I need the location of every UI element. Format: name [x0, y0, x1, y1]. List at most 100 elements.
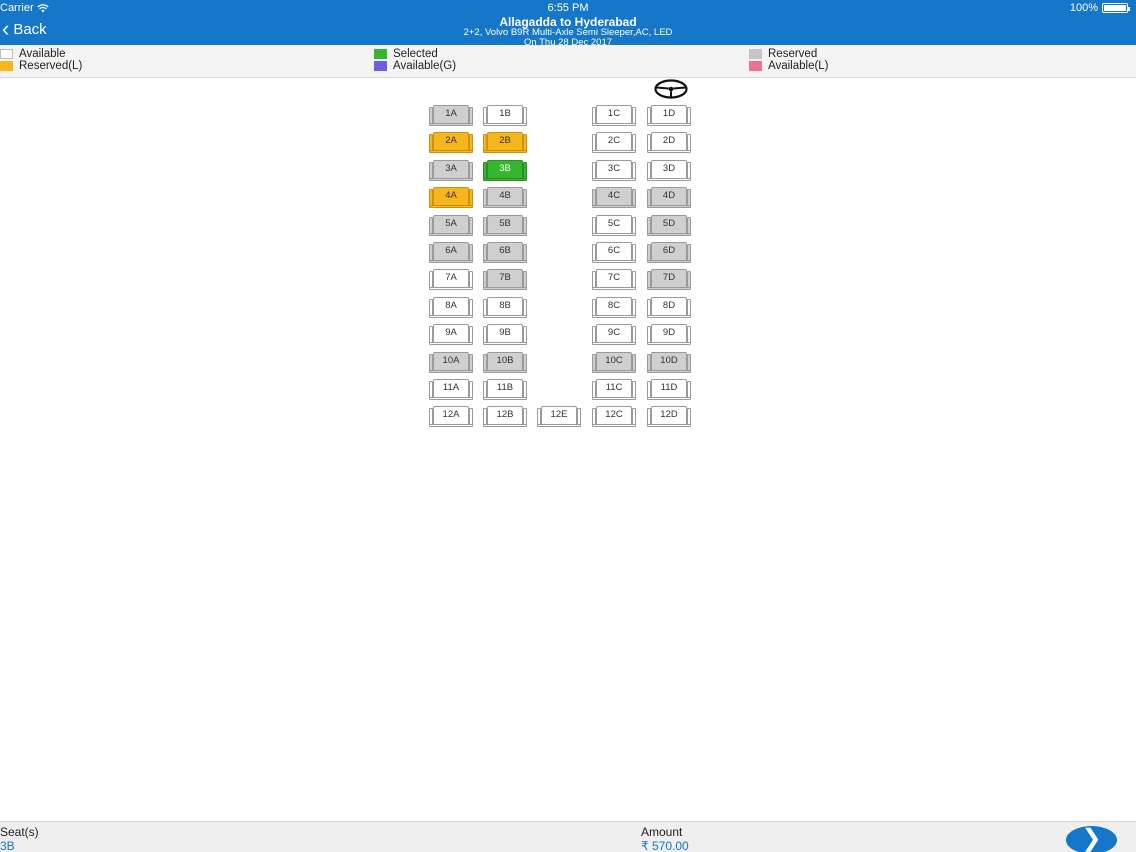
- seat-label: 1D: [662, 108, 676, 119]
- seat-2a[interactable]: 2A: [429, 132, 473, 153]
- seat-label: 3D: [662, 163, 676, 174]
- seat-11b[interactable]: 11B: [483, 379, 527, 400]
- seat-4c[interactable]: 4C: [592, 187, 636, 208]
- seat-armrest: [687, 107, 691, 124]
- seat-12d[interactable]: 12D: [647, 406, 691, 427]
- seat-4a[interactable]: 4A: [429, 187, 473, 208]
- seat-12a[interactable]: 12A: [429, 406, 473, 427]
- seat-9b[interactable]: 9B: [483, 324, 527, 345]
- seat-3b[interactable]: 3B: [483, 160, 527, 181]
- seat-armrest: [632, 107, 636, 124]
- seat-3a[interactable]: 3A: [429, 160, 473, 181]
- legend-swatch: [0, 61, 13, 71]
- seat-9a[interactable]: 9A: [429, 324, 473, 345]
- seat-base: [592, 424, 636, 427]
- seat-armrest: [523, 217, 527, 234]
- seat-8b[interactable]: 8B: [483, 297, 527, 318]
- seat-1c[interactable]: 1C: [592, 105, 636, 126]
- seat-8a[interactable]: 8A: [429, 297, 473, 318]
- seat-6b[interactable]: 6B: [483, 242, 527, 263]
- seat-2d[interactable]: 2D: [647, 132, 691, 153]
- seat-label: 10C: [605, 355, 623, 366]
- seat-12e[interactable]: 12E: [537, 406, 581, 427]
- seat-4d[interactable]: 4D: [647, 187, 691, 208]
- seat-12b[interactable]: 12B: [483, 406, 527, 427]
- seat-base: [647, 424, 691, 427]
- seat-base: [483, 123, 527, 126]
- seat-armrest: [687, 271, 691, 288]
- next-button[interactable]: ❯: [1066, 826, 1117, 852]
- seat-armrest: [687, 162, 691, 179]
- seat-armrest: [632, 299, 636, 316]
- seat-armrest: [632, 134, 636, 151]
- seat-label: 11C: [605, 382, 623, 393]
- seat-6d[interactable]: 6D: [647, 242, 691, 263]
- seat-7d[interactable]: 7D: [647, 269, 691, 290]
- seat-6c[interactable]: 6C: [592, 242, 636, 263]
- seat-base: [483, 150, 527, 153]
- amount-label: Amount: [641, 825, 683, 839]
- legend-label: Selected: [393, 48, 438, 60]
- seat-base: [483, 205, 527, 208]
- seat-base: [592, 260, 636, 263]
- seat-base: [483, 178, 527, 181]
- seat-7b[interactable]: 7B: [483, 269, 527, 290]
- seat-11d[interactable]: 11D: [647, 379, 691, 400]
- seat-base: [592, 178, 636, 181]
- seat-10c[interactable]: 10C: [592, 352, 636, 373]
- seat-armrest: [687, 134, 691, 151]
- route-title-block: Allagadda to Hyderabad 2+2, Volvo B9R Mu…: [0, 16, 1136, 48]
- seat-base: [429, 315, 473, 318]
- seat-base: [483, 233, 527, 236]
- seat-7a[interactable]: 7A: [429, 269, 473, 290]
- seat-base: [647, 370, 691, 373]
- seat-armrest: [632, 326, 636, 343]
- seat-1b[interactable]: 1B: [483, 105, 527, 126]
- seat-label: 4A: [445, 190, 457, 201]
- seat-label: 4B: [499, 190, 511, 201]
- legend-swatch: [749, 49, 762, 59]
- seat-5d[interactable]: 5D: [647, 215, 691, 236]
- seat-armrest: [469, 107, 473, 124]
- seat-1a[interactable]: 1A: [429, 105, 473, 126]
- seat-armrest: [469, 271, 473, 288]
- seat-7c[interactable]: 7C: [592, 269, 636, 290]
- seat-9d[interactable]: 9D: [647, 324, 691, 345]
- seat-1d[interactable]: 1D: [647, 105, 691, 126]
- seat-11a[interactable]: 11A: [429, 379, 473, 400]
- legend-label: Available: [19, 48, 66, 60]
- seat-base: [483, 397, 527, 400]
- seat-label: 5B: [499, 218, 511, 229]
- seat-6a[interactable]: 6A: [429, 242, 473, 263]
- seat-base: [647, 205, 691, 208]
- seat-5c[interactable]: 5C: [592, 215, 636, 236]
- seat-10b[interactable]: 10B: [483, 352, 527, 373]
- seat-8d[interactable]: 8D: [647, 297, 691, 318]
- seat-9c[interactable]: 9C: [592, 324, 636, 345]
- seat-10a[interactable]: 10A: [429, 352, 473, 373]
- seats-value: 3B: [0, 839, 15, 852]
- seat-2b[interactable]: 2B: [483, 132, 527, 153]
- seat-base: [429, 370, 473, 373]
- seat-5b[interactable]: 5B: [483, 215, 527, 236]
- seat-12c[interactable]: 12C: [592, 406, 636, 427]
- seat-2c[interactable]: 2C: [592, 132, 636, 153]
- seat-8c[interactable]: 8C: [592, 297, 636, 318]
- legend-swatch: [0, 49, 13, 59]
- seat-4b[interactable]: 4B: [483, 187, 527, 208]
- seat-base: [429, 205, 473, 208]
- seat-3c[interactable]: 3C: [592, 160, 636, 181]
- seat-base: [483, 315, 527, 318]
- seat-label: 2C: [607, 135, 621, 146]
- seat-3d[interactable]: 3D: [647, 160, 691, 181]
- seat-armrest: [577, 408, 581, 425]
- seat-base: [592, 342, 636, 345]
- seat-armrest: [632, 271, 636, 288]
- seat-base: [483, 260, 527, 263]
- seat-10d[interactable]: 10D: [647, 352, 691, 373]
- seat-5a[interactable]: 5A: [429, 215, 473, 236]
- seat-armrest: [632, 408, 636, 425]
- seat-label: 1C: [607, 108, 621, 119]
- seat-11c[interactable]: 11C: [592, 379, 636, 400]
- seat-armrest: [523, 134, 527, 151]
